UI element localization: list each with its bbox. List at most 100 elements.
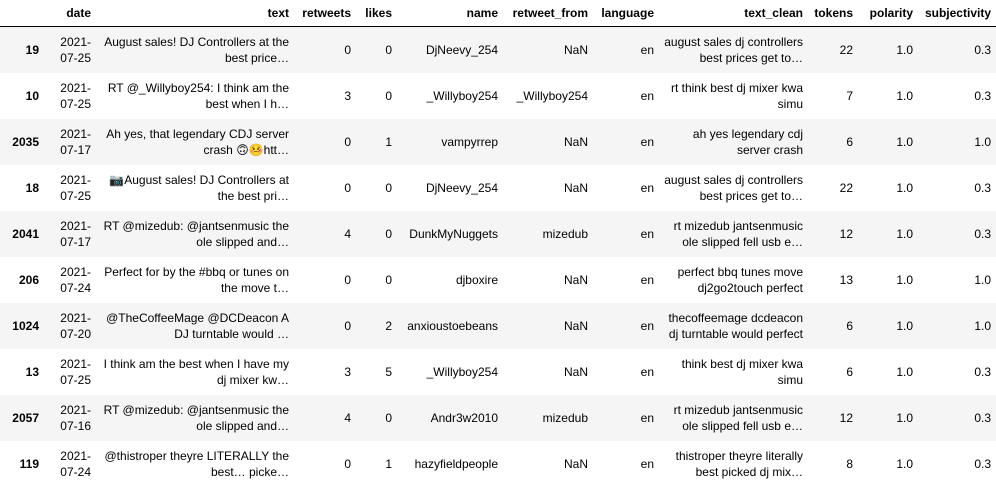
cell-text-container: Perfect for by the #bbq or tunes on the … [96,257,294,303]
cell-polarity: 1.0 [896,226,913,241]
cell-date: 2021-07-24 12:49:54 [60,264,91,295]
cell-polarity: 1.0 [896,42,913,57]
table-row: 206 2021-07-24 12:49:54 Perfect for by the… [0,256,996,303]
cell-polarity-container: 1.0 [858,119,918,165]
cell-language-container: en [593,73,659,119]
cell-text-clean-container: perfect bbq tunes move dj2go2touch perfe… [659,257,808,303]
cell-likes-container: 0 [356,395,397,441]
cell-date: 2021-07-16 22:35:05 [60,402,91,433]
row-index: 2057 [12,410,39,425]
cell-tokens-container: 12 [808,211,858,257]
cell-retweets-container: 3 [294,73,356,119]
header-text-clean: text_clean [659,0,808,27]
cell-name: anxioustoebeans [407,318,498,333]
row-index: 1024 [12,318,39,333]
cell-polarity: 1.0 [896,180,913,195]
cell-text: @TheCoffeeMage @DCDeacon A DJ turntable … [106,310,289,341]
cell-subjectivity: 1.0 [974,272,991,287]
cell-tokens: 7 [846,88,853,103]
cell-name-container: _Willyboy254 [397,73,503,119]
cell-retweet-from-container: NaN [503,27,593,73]
cell-text-container: @TheCoffeeMage @DCDeacon A DJ turntable … [96,303,294,349]
cell-retweets: 0 [344,134,351,149]
cell-tokens-container: 6 [808,119,858,165]
row-index: 206 [18,272,39,287]
cell-date: 2021-07-25 09:29:29 [60,172,91,203]
header-text: text [96,0,294,27]
cell-subjectivity: 1.0 [974,134,991,149]
cell-retweet-from: NaN [563,180,588,195]
cell-date-container: 2021-07-17 00:24:43 [44,211,96,257]
cell-text-container: RT @mizedub: @jantsenmusic the ole slipp… [96,395,294,441]
cell-name-container: DjNeevy_254 [397,27,503,73]
cell-name-container: hazyfieldpeople [397,441,503,487]
cell-likes: 5 [385,364,392,379]
cell-polarity-container: 1.0 [858,165,918,211]
cell-text: RT @mizedub: @jantsenmusic the ole slipp… [103,218,289,249]
cell-language: en [640,456,654,471]
cell-date: 2021-07-17 00:24:43 [60,218,91,249]
cell-retweets-container: 4 [294,211,356,257]
cell-likes: 2 [385,318,392,333]
cell-name-container: _Willyboy254 [397,349,503,395]
cell-text-clean-container: ah yes legendary cdj server crash [659,119,808,165]
cell-polarity: 1.0 [896,318,913,333]
cell-language: en [640,180,654,195]
cell-retweets-container: 0 [294,303,356,349]
cell-polarity: 1.0 [896,410,913,425]
cell-text-clean-container: thecoffeemage dcdeacon dj turntable woul… [659,303,808,349]
cell-subjectivity: 0.3 [974,180,991,195]
cell-likes: 0 [385,180,392,195]
cell-subjectivity: 0.3 [974,410,991,425]
cell-text-container: August sales! DJ Controllers at the best… [96,27,294,73]
cell-polarity: 1.0 [896,134,913,149]
cell-name-container: anxioustoebeans [397,303,503,349]
cell-text-clean-container: think best dj mixer kwa simu [659,349,808,395]
table-row: 2041 2021-07-17 00:24:43 RT @mizedub: @jan… [0,210,996,257]
cell-language-container: en [593,27,659,73]
cell-date-container: 2021-07-25 10:23:17 [44,349,96,395]
cell-retweets: 0 [344,180,351,195]
cell-likes: 0 [385,226,392,241]
cell-tokens: 22 [839,42,853,57]
cell-subjectivity-container: 0.3 [918,27,996,73]
cell-retweet-from: mizedub [542,410,588,425]
header-row: date text retweets likes name retweet_fr… [0,0,996,27]
cell-subjectivity: 0.3 [974,226,991,241]
row-index: 2041 [12,226,39,241]
cell-text-clean-container: thistroper theyre literally best picked … [659,441,808,487]
cell-text-clean: august sales dj controllers best prices … [664,172,803,203]
cell-tokens-container: 12 [808,395,858,441]
cell-polarity-container: 1.0 [858,27,918,73]
cell-text-clean: thecoffeemage dcdeacon dj turntable woul… [668,310,803,341]
cell-name: DjNeevy_254 [425,180,498,195]
cell-date-container: 2021-07-16 22:35:05 [44,395,96,441]
cell-polarity: 1.0 [896,272,913,287]
cell-text: I think am the best when I have my dj mi… [103,356,289,387]
cell-tokens: 12 [839,226,853,241]
cell-name-container: DunkMyNuggets [397,211,503,257]
cell-text-container: Ah yes, that legendary CDJ server crash … [96,119,294,165]
cell-text-clean-container: august sales dj controllers best prices … [659,165,808,211]
cell-date: 2021-07-24 21:42:29 [60,448,91,479]
cell-retweets: 4 [344,226,351,241]
cell-date: 2021-07-25 10:24:59 [60,80,91,111]
row-index: 10 [25,88,39,103]
cell-language-container: en [593,441,659,487]
cell-text-clean: august sales dj controllers best prices … [664,34,803,65]
cell-date-container: 2021-07-25 10:24:59 [44,73,96,119]
cell-retweet-from-container: NaN [503,165,593,211]
cell-retweets-container: 4 [294,395,356,441]
cell-retweet-from-container: _Willyboy254 [503,73,593,119]
table-row: 18 2021-07-25 09:29:29 📷August sales! DJ C… [0,164,996,211]
cell-polarity-container: 1.0 [858,303,918,349]
cell-retweets-container: 0 [294,27,356,73]
cell-polarity: 1.0 [896,88,913,103]
cell-likes: 1 [385,456,392,471]
cell-text-container: RT @_Willyboy254: I think am the best wh… [96,73,294,119]
cell-text-container: RT @mizedub: @jantsenmusic the ole slipp… [96,211,294,257]
table-row: 2035 2021-07-17 01:23:15 Ah yes, that lege… [0,118,996,165]
header-retweet-from: retweet_from [503,0,593,27]
cell-subjectivity-container: 0.3 [918,211,996,257]
cell-text-clean: ah yes legendary cdj server crash [692,126,803,157]
